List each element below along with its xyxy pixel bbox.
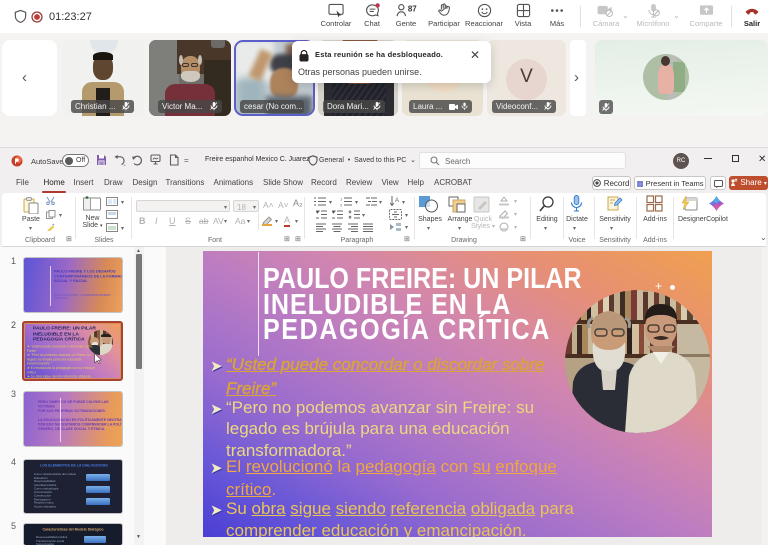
svg-text:A: A (395, 198, 399, 204)
svg-text:2: 2 (340, 203, 343, 208)
svg-text:87: 87 (408, 4, 417, 13)
svg-text:1: 1 (340, 197, 343, 202)
